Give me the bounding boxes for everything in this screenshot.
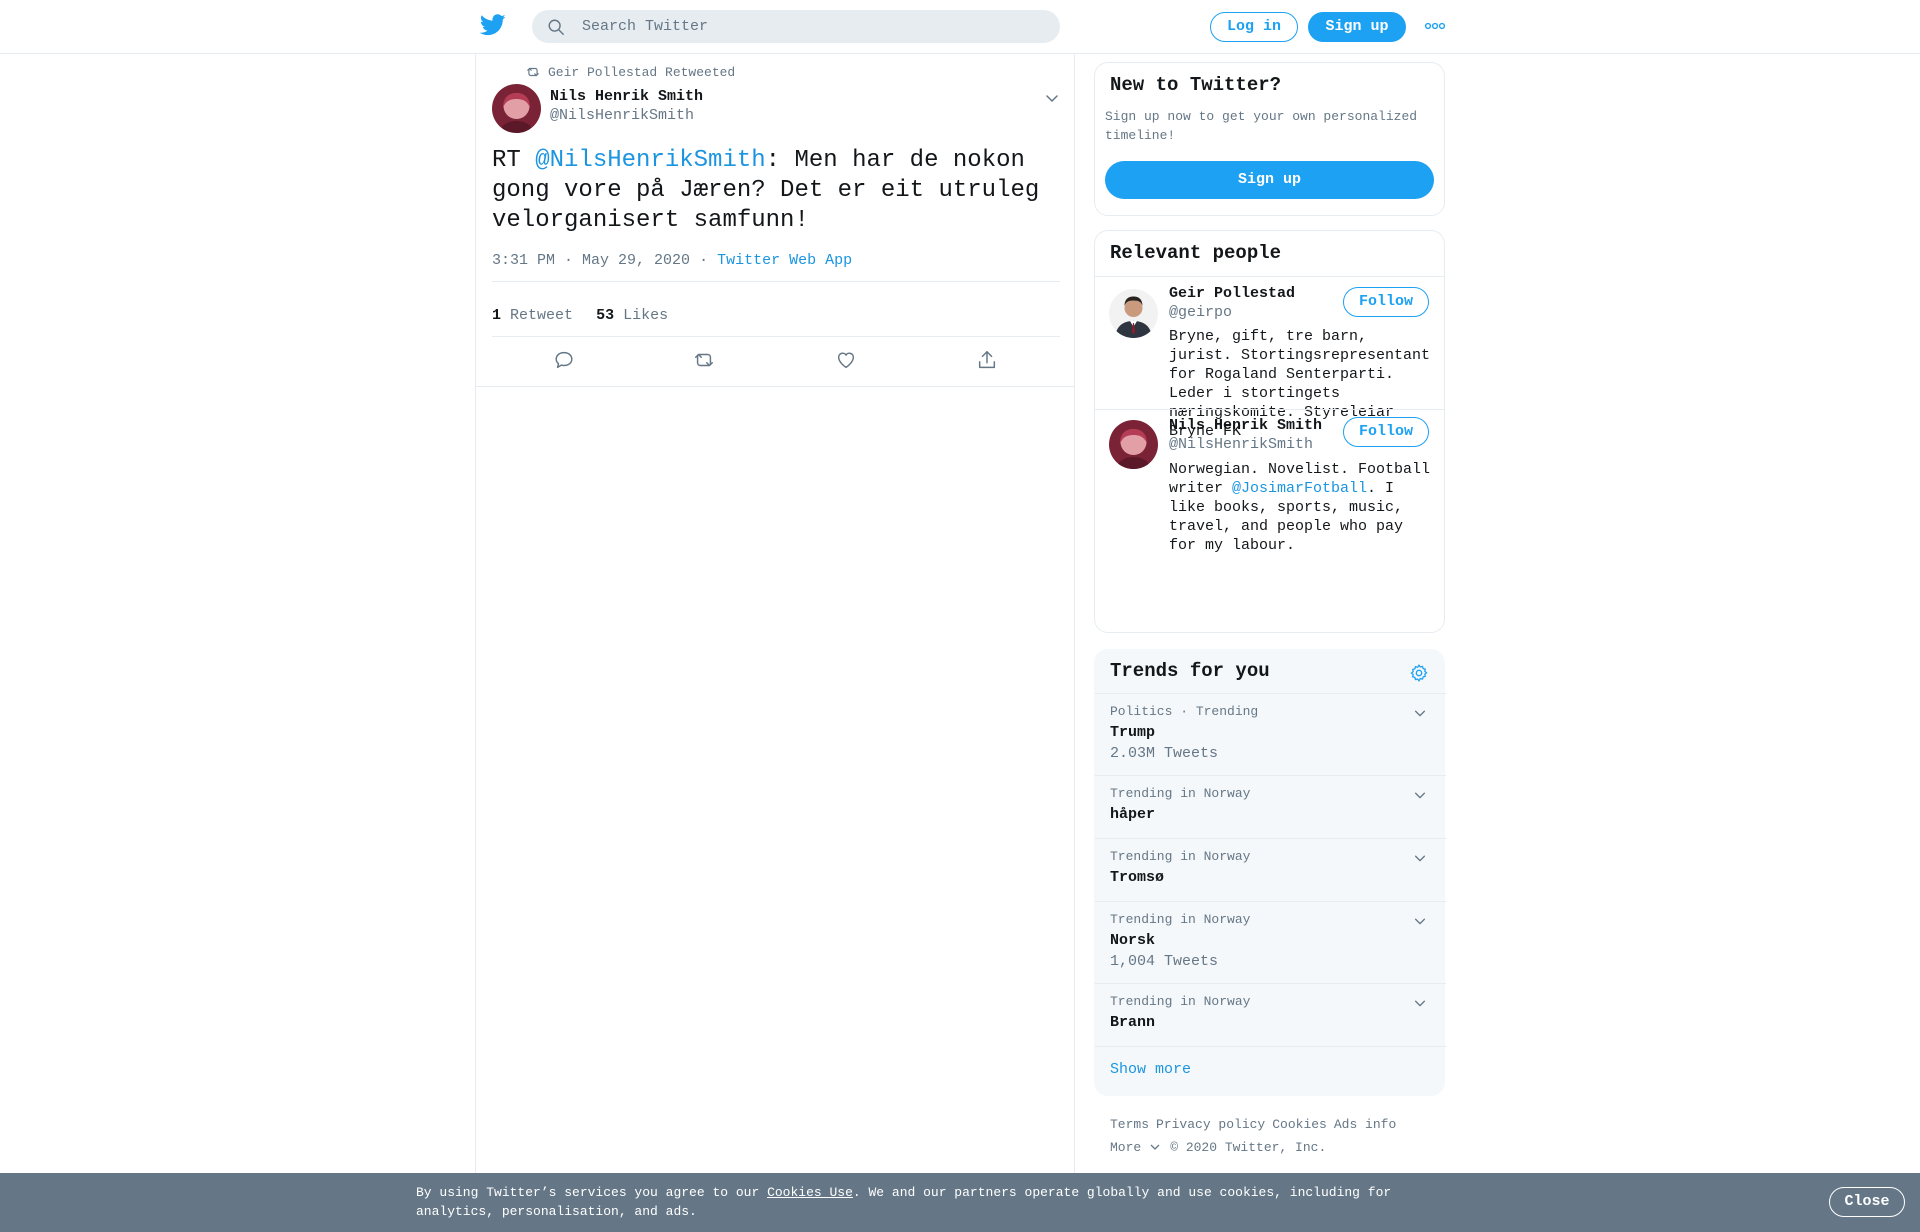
meta-separator: · [699,252,709,269]
relevant-people-title: Relevant people [1110,242,1282,264]
search-box[interactable] [532,10,1060,43]
tweet-actions [476,337,1074,387]
relevant-people-header: Relevant people [1095,231,1444,277]
tweet-detail-column: Geir Pollestad Retweeted Nils Henrik Smi… [475,54,1075,1180]
tweet-timestamp[interactable]: 3:31 PM · May 29, 2020 [492,252,690,269]
sidebar-signup-button[interactable]: Sign up [1105,161,1434,199]
cookie-text-before: By using Twitter’s services you agree to… [416,1185,768,1200]
person-avatar[interactable] [1109,289,1158,338]
chevron-down-icon[interactable] [1413,851,1427,865]
new-to-twitter-description: Sign up now to get your own personalized… [1105,109,1418,143]
like-label: Likes [623,307,669,324]
show-more-trends-link[interactable]: Show more [1110,1061,1191,1078]
like-heart-icon[interactable] [835,349,857,371]
trend-item[interactable]: Politics · Trending Trump 2.03M Tweets [1095,694,1446,776]
cookie-consent-bar: By using Twitter’s services you agree to… [0,1173,1920,1232]
trends-title: Trends for you [1110,660,1270,682]
person-name[interactable]: Nils Henrik Smith [1169,417,1322,434]
retweet-small-icon [527,67,539,77]
copyright-text: © 2020 Twitter, Inc. [1170,1140,1327,1155]
new-to-twitter-card: New to Twitter? Sign up now to get your … [1094,62,1445,216]
trend-name: Tromsø [1110,869,1165,886]
retweet-stat[interactable]: 1 Retweet [492,307,573,324]
tweet-text: RT @NilsHenrikSmith: Men har de nokon go… [492,146,1052,236]
tweet-stats: 1 Retweet 53 Likes [492,294,1060,337]
search-icon [548,19,564,35]
gear-icon[interactable] [1409,663,1429,683]
share-icon[interactable] [976,349,998,371]
person-card-geir[interactable]: Geir Pollestad @geirpo Follow Bryne, gif… [1095,277,1444,440]
search-input[interactable] [582,10,1042,43]
cookies-use-link[interactable]: Cookies Use [767,1185,853,1200]
like-stat[interactable]: 53 Likes [596,307,668,324]
trend-name: Brann [1110,1014,1156,1031]
cookie-close-button[interactable]: Close [1829,1187,1905,1217]
trend-item[interactable]: Trending in Norway Norsk 1,004 Tweets [1095,902,1446,984]
trend-category: Politics · Trending [1110,704,1259,719]
footer-link-cookies[interactable]: Cookies [1272,1117,1327,1132]
retweet-label: Retweet [510,307,574,324]
chevron-down-icon[interactable] [1044,90,1060,106]
cookie-consent-text: By using Twitter’s services you agree to… [416,1183,1416,1221]
like-count: 53 [596,307,615,324]
author-name[interactable]: Nils Henrik Smith [550,88,703,105]
chevron-down-icon[interactable] [1413,996,1427,1010]
new-to-twitter-title: New to Twitter? [1110,74,1282,96]
trend-category: Trending in Norway [1110,994,1251,1009]
footer-link-ads-info[interactable]: Ads info [1334,1117,1396,1132]
trend-item[interactable]: Trending in Norway håper [1095,776,1446,839]
author-handle[interactable]: @NilsHenrikSmith [550,107,694,124]
trend-tweet-count: 2.03M Tweets [1110,745,1219,762]
reply-icon[interactable] [553,349,575,371]
footer-more-label: More [1110,1140,1142,1155]
follow-button[interactable]: Follow [1343,417,1429,447]
chevron-down-icon [1150,1144,1160,1150]
person-handle[interactable]: @geirpo [1169,304,1232,321]
person-handle[interactable]: @NilsHenrikSmith [1169,436,1313,453]
retweet-count: 1 [492,307,502,324]
follow-button[interactable]: Follow [1343,287,1429,317]
person-card-nils[interactable]: Nils Henrik Smith @NilsHenrikSmith Follo… [1095,410,1444,580]
person-avatar[interactable] [1109,420,1158,469]
footer-link-privacy[interactable]: Privacy policy [1156,1117,1265,1132]
signup-button[interactable]: Sign up [1308,12,1406,42]
trend-name: håper [1110,806,1156,823]
chevron-down-icon[interactable] [1413,706,1427,720]
tweet-mention-link[interactable]: @NilsHenrikSmith [535,147,765,174]
tweet-source-link[interactable]: Twitter Web App [717,252,852,269]
footer-more-menu[interactable]: More [1110,1140,1160,1155]
trend-tweet-count: 1,004 Tweets [1110,953,1219,970]
footer-link-terms[interactable]: Terms [1110,1117,1149,1132]
trend-item[interactable]: Trending in Norway Tromsø [1095,839,1446,902]
twitter-bird-icon[interactable] [480,14,506,36]
trends-header: Trends for you [1095,650,1446,694]
tweet-text-prefix: RT [492,147,536,174]
chevron-down-icon[interactable] [1413,788,1427,802]
trend-name: Norsk [1110,932,1156,949]
trend-item[interactable]: Trending in Norway Brann [1095,984,1446,1047]
trend-category: Trending in Norway [1110,849,1251,864]
relevant-people-card: Relevant people Geir Pollestad @geirpo F… [1094,230,1445,633]
tweet-metadata: 3:31 PM · May 29, 2020 · Twitter Web App [492,252,1060,282]
author-avatar[interactable] [492,84,541,133]
trend-name: Trump [1110,724,1156,741]
retweeted-by-text[interactable]: Geir Pollestad Retweeted [548,65,735,80]
trends-card: Trends for you Politics · Trending Trump… [1094,649,1446,1096]
login-button[interactable]: Log in [1210,12,1298,42]
sidebar-footer: Terms Privacy policy Cookies Ads info More ©… [1110,1113,1403,1159]
more-dots-icon[interactable] [1424,20,1446,32]
retweet-context: Geir Pollestad Retweeted [526,64,735,80]
retweet-icon[interactable] [693,349,715,371]
trend-category: Trending in Norway [1110,786,1251,801]
bio-mention-link[interactable]: @JosimarFotball [1232,480,1367,497]
chevron-down-icon[interactable] [1413,914,1427,928]
person-name[interactable]: Geir Pollestad [1169,285,1295,302]
top-navigation-bar: Log in Sign up [0,0,1920,54]
trend-category: Trending in Norway [1110,912,1251,927]
person-bio: Norwegian. Novelist. Football writer @Jo… [1169,460,1434,555]
